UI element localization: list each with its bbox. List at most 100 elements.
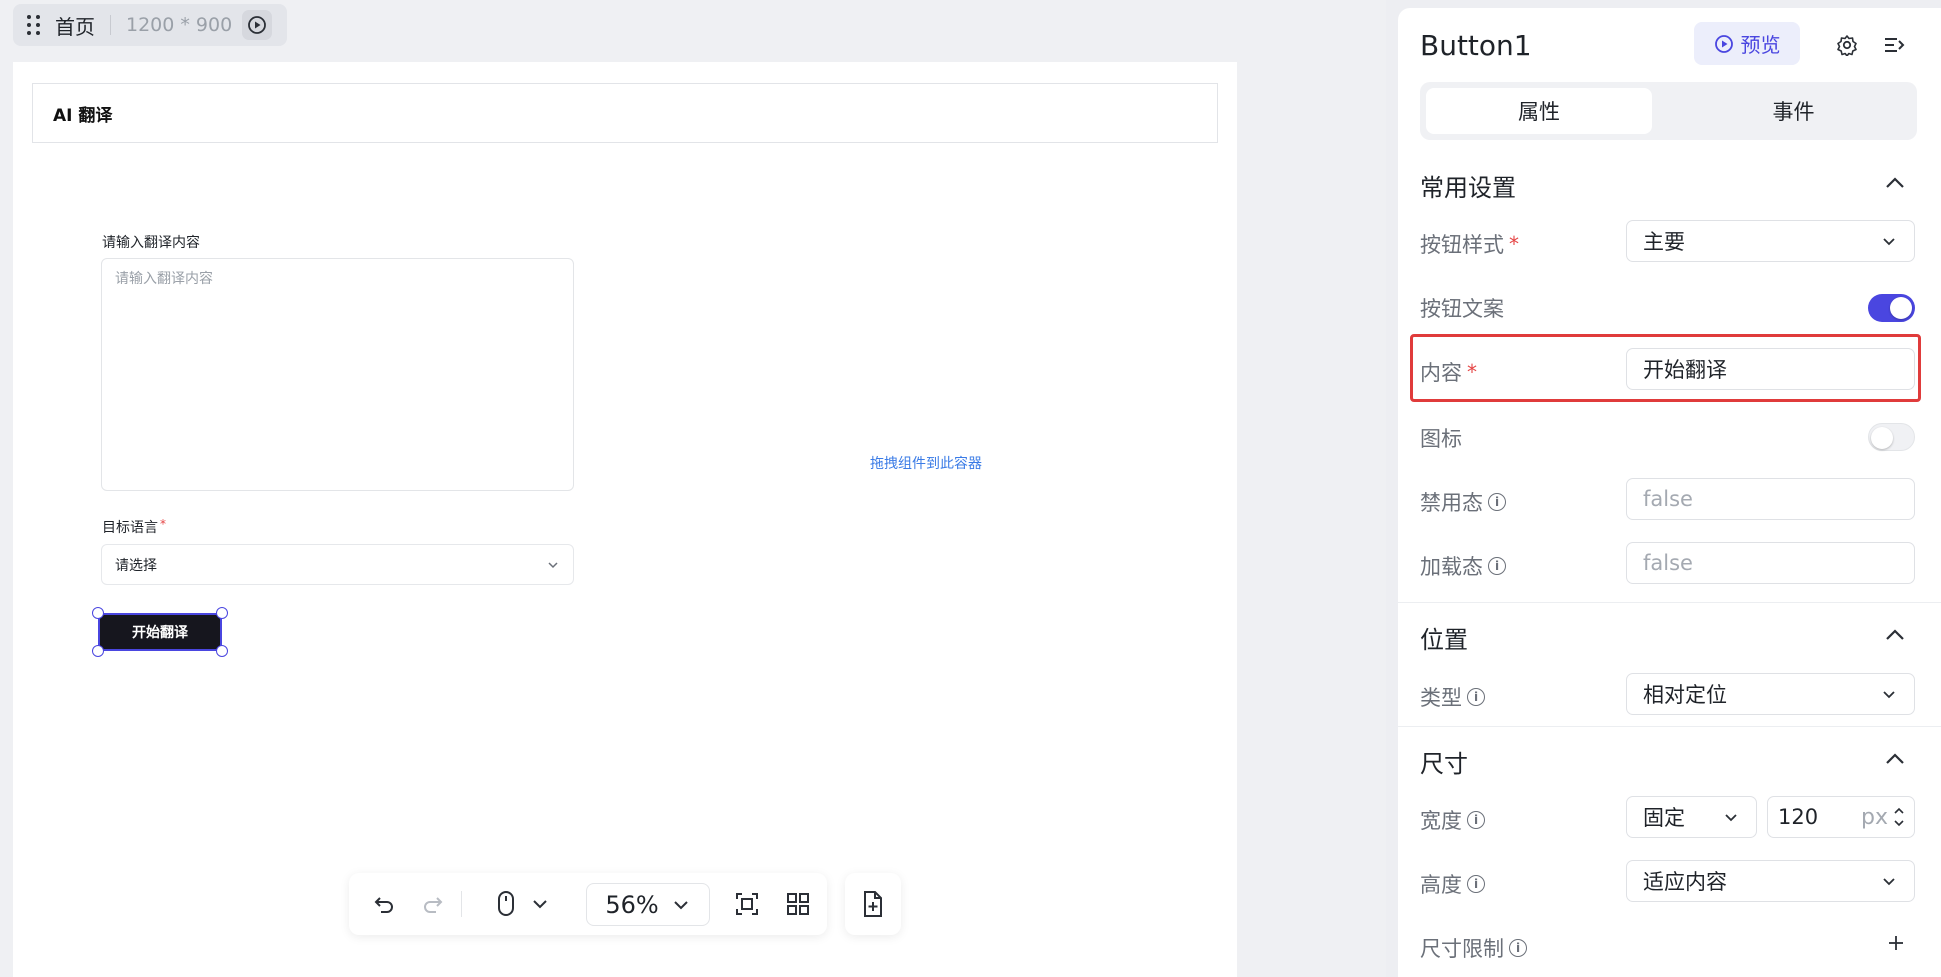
width-mode-select[interactable]: 固定 <box>1626 796 1757 838</box>
divider <box>1398 602 1941 603</box>
size-limit-label: 尺寸限制 i <box>1420 933 1527 963</box>
section-position-title[interactable]: 位置 <box>1420 620 1468 655</box>
button-style-label: 按钮样式 * <box>1420 229 1519 259</box>
fit-screen-icon[interactable] <box>724 873 770 935</box>
chevron-up-icon[interactable] <box>1884 750 1906 772</box>
translate-textarea[interactable]: 请输入翻译内容 <box>101 258 574 491</box>
info-icon[interactable]: i <box>1488 557 1506 575</box>
info-icon[interactable]: i <box>1488 493 1506 511</box>
required-star: * <box>160 517 166 531</box>
artboard[interactable]: AI 翻译 请输入翻译内容 请输入翻译内容 目标语言 * 请选择 开始翻译 拖拽组… <box>13 62 1237 977</box>
loading-input[interactable]: false <box>1626 542 1915 584</box>
component-name: Button1 <box>1420 29 1532 62</box>
properties-panel: Button1 预览 属性 事件 常用设置 按钮样式 * 主要 按钮文案 内容 * … <box>1398 8 1941 977</box>
gear-icon[interactable] <box>1836 34 1858 60</box>
height-value: 适应内容 <box>1643 870 1727 894</box>
chevron-down-icon <box>548 561 558 568</box>
page-name[interactable]: 首页 <box>55 11 95 40</box>
info-icon[interactable]: i <box>1467 875 1485 893</box>
width-value: 120 <box>1778 805 1819 829</box>
button-style-select[interactable]: 主要 <box>1626 220 1915 262</box>
textarea-placeholder: 请输入翻译内容 <box>115 271 213 287</box>
width-unit: px <box>1861 804 1888 830</box>
width-number-input[interactable]: 120 px <box>1767 796 1915 838</box>
width-label-text: 宽度 <box>1420 809 1462 833</box>
width-label: 宽度 i <box>1420 805 1485 835</box>
language-select-value: 请选择 <box>115 557 157 574</box>
section-common-title[interactable]: 常用设置 <box>1420 168 1516 203</box>
button-style-label-text: 按钮样式 <box>1420 233 1504 257</box>
disabled-label-text: 禁用态 <box>1420 491 1483 515</box>
app-title: AI 翻译 <box>53 105 113 126</box>
divider <box>110 15 111 35</box>
chevron-down-icon <box>673 900 688 909</box>
required-star: * <box>1467 360 1477 384</box>
stepper-icon[interactable] <box>1892 804 1906 830</box>
bottom-toolbar: 56% <box>349 873 827 935</box>
width-mode-value: 固定 <box>1643 806 1685 830</box>
tab-events[interactable]: 事件 <box>1676 88 1911 134</box>
icon-label: 图标 <box>1420 427 1462 451</box>
section-size-title[interactable]: 尺寸 <box>1420 744 1468 779</box>
page-tab[interactable]: 首页 1200 * 900 <box>13 4 287 46</box>
chevron-down-icon <box>1883 238 1895 246</box>
language-label-text: 目标语言 <box>102 520 158 536</box>
loading-label-text: 加载态 <box>1420 555 1483 579</box>
tab-properties[interactable]: 属性 <box>1426 88 1652 134</box>
position-type-label-text: 类型 <box>1420 686 1462 710</box>
chevron-down-icon <box>1883 691 1895 699</box>
info-icon[interactable]: i <box>1467 688 1485 706</box>
add-page-icon[interactable] <box>845 873 901 935</box>
canvas-area: 首页 1200 * 900 AI 翻译 请输入翻译内容 请输入翻译内容 目标语言… <box>0 0 1386 977</box>
start-translate-button[interactable]: 开始翻译 <box>98 613 222 651</box>
drag-handle-icon[interactable] <box>27 14 41 36</box>
resize-handle-top-left[interactable] <box>92 607 104 619</box>
tab-switch: 属性 事件 <box>1420 82 1917 140</box>
redo-icon[interactable] <box>410 873 456 935</box>
position-type-select[interactable]: 相对定位 <box>1626 673 1915 715</box>
position-type-label: 类型 i <box>1420 682 1485 712</box>
grid-icon[interactable] <box>775 873 821 935</box>
divider <box>461 891 462 917</box>
disabled-value: false <box>1643 487 1693 511</box>
loading-label: 加载态 i <box>1420 551 1506 581</box>
selected-component[interactable]: 开始翻译 <box>92 607 228 657</box>
add-icon[interactable] <box>1886 933 1906 957</box>
position-type-value: 相对定位 <box>1643 683 1727 707</box>
button-style-value: 主要 <box>1643 230 1685 254</box>
collapse-panel-icon[interactable] <box>1883 34 1907 60</box>
resize-handle-bottom-left[interactable] <box>92 645 104 657</box>
required-star: * <box>1509 232 1519 256</box>
mouse-icon[interactable] <box>489 873 523 935</box>
chevron-down-icon <box>1725 814 1737 822</box>
chevron-up-icon[interactable] <box>1884 174 1906 196</box>
height-label: 高度 i <box>1420 869 1485 899</box>
undo-icon[interactable] <box>361 873 407 935</box>
loading-value: false <box>1643 551 1693 575</box>
resize-handle-bottom-right[interactable] <box>216 645 228 657</box>
content-input-value: 开始翻译 <box>1643 358 1727 382</box>
content-label-text: 内容 <box>1420 361 1462 385</box>
chevron-up-icon[interactable] <box>1884 626 1906 648</box>
zoom-value: 56% <box>605 890 659 919</box>
button-text-toggle[interactable] <box>1868 294 1915 322</box>
zoom-select[interactable]: 56% <box>586 883 710 926</box>
disabled-input[interactable]: false <box>1626 478 1915 520</box>
app-header[interactable]: AI 翻译 <box>32 83 1218 143</box>
input-label: 请输入翻译内容 <box>102 235 200 251</box>
resize-handle-top-right[interactable] <box>216 607 228 619</box>
chevron-down-icon <box>1883 878 1895 886</box>
play-icon[interactable] <box>242 10 273 40</box>
preview-label: 预览 <box>1740 33 1781 57</box>
chevron-down-icon[interactable] <box>525 873 555 935</box>
drop-zone-hint: 拖拽组件到此容器 <box>870 456 982 472</box>
info-icon[interactable]: i <box>1467 811 1485 829</box>
icon-toggle[interactable] <box>1868 423 1915 451</box>
height-select[interactable]: 适应内容 <box>1626 860 1915 902</box>
preview-button[interactable]: 预览 <box>1694 22 1800 65</box>
info-icon[interactable]: i <box>1509 939 1527 957</box>
play-icon <box>1714 34 1733 53</box>
disabled-label: 禁用态 i <box>1420 487 1506 517</box>
content-input[interactable]: 开始翻译 <box>1626 348 1915 390</box>
language-select[interactable]: 请选择 <box>101 544 574 585</box>
